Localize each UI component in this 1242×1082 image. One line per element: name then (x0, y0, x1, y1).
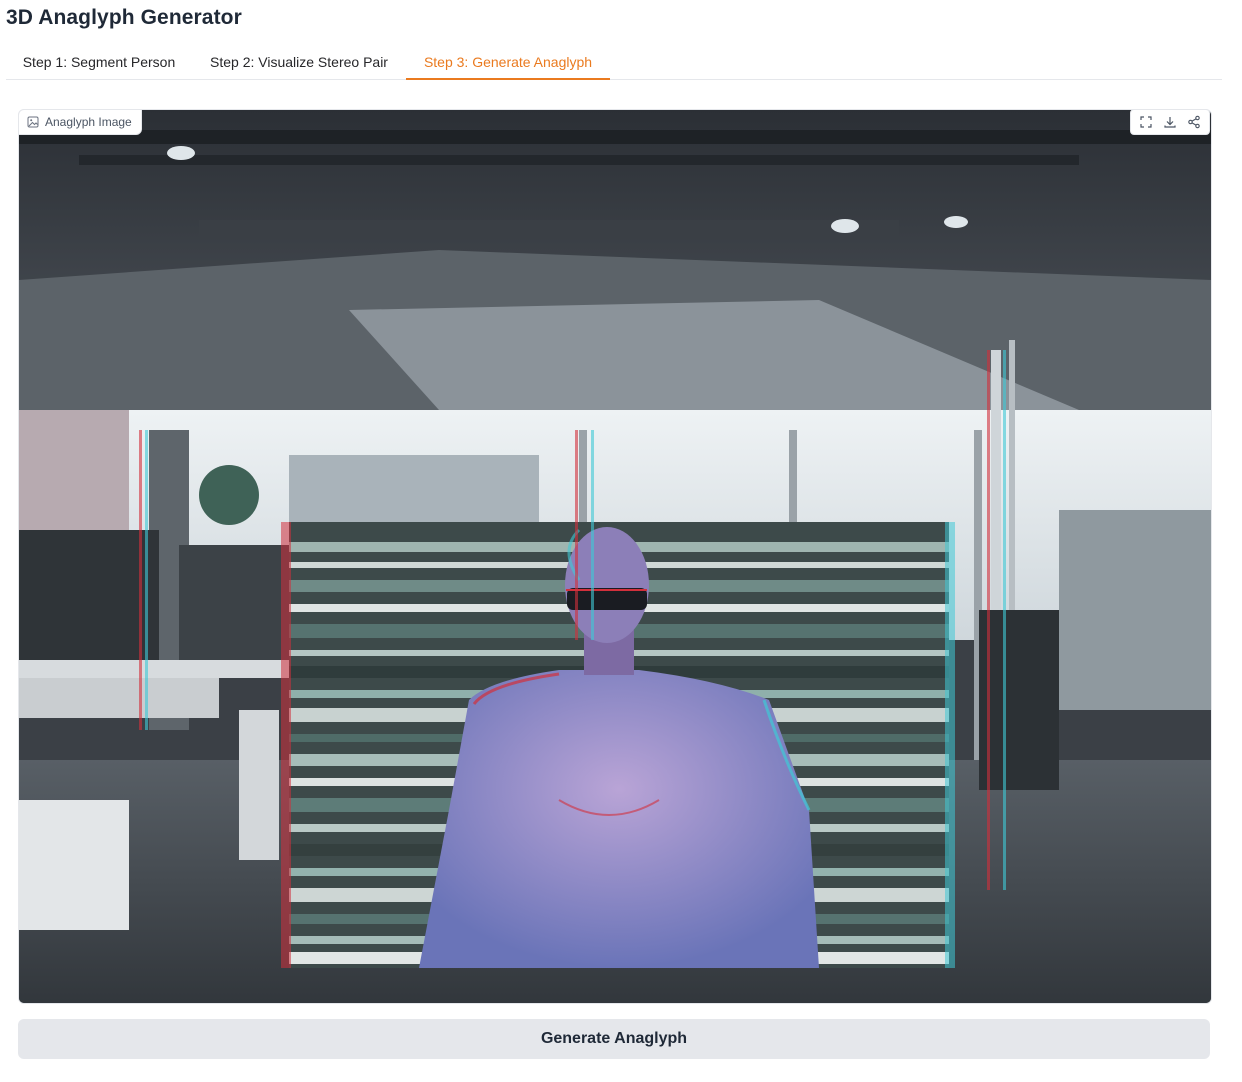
tab-bar: Step 1: Segment Person Step 2: Visualize… (6, 44, 1222, 80)
image-panel-label-text: Anaglyph Image (45, 115, 132, 129)
tab-segment-person[interactable]: Step 1: Segment Person (6, 44, 192, 78)
image-panel-label: Anaglyph Image (18, 109, 142, 135)
share-button[interactable] (1183, 111, 1205, 133)
image-panel-actions (1130, 109, 1210, 135)
tab-visualize-stereo-pair[interactable]: Step 2: Visualize Stereo Pair (192, 44, 406, 78)
app-title: 3D Anaglyph Generator (6, 6, 242, 29)
image-icon (27, 116, 39, 128)
fullscreen-button[interactable] (1135, 111, 1157, 133)
download-icon (1164, 117, 1176, 128)
anaglyph-image-panel (18, 109, 1212, 1004)
generate-anaglyph-button[interactable]: Generate Anaglyph (18, 1019, 1210, 1059)
share-icon (1188, 115, 1200, 129)
fullscreen-icon (1140, 116, 1152, 128)
tab-generate-anaglyph[interactable]: Step 3: Generate Anaglyph (406, 44, 610, 80)
anaglyph-image (19, 110, 1211, 1003)
download-button[interactable] (1159, 111, 1181, 133)
